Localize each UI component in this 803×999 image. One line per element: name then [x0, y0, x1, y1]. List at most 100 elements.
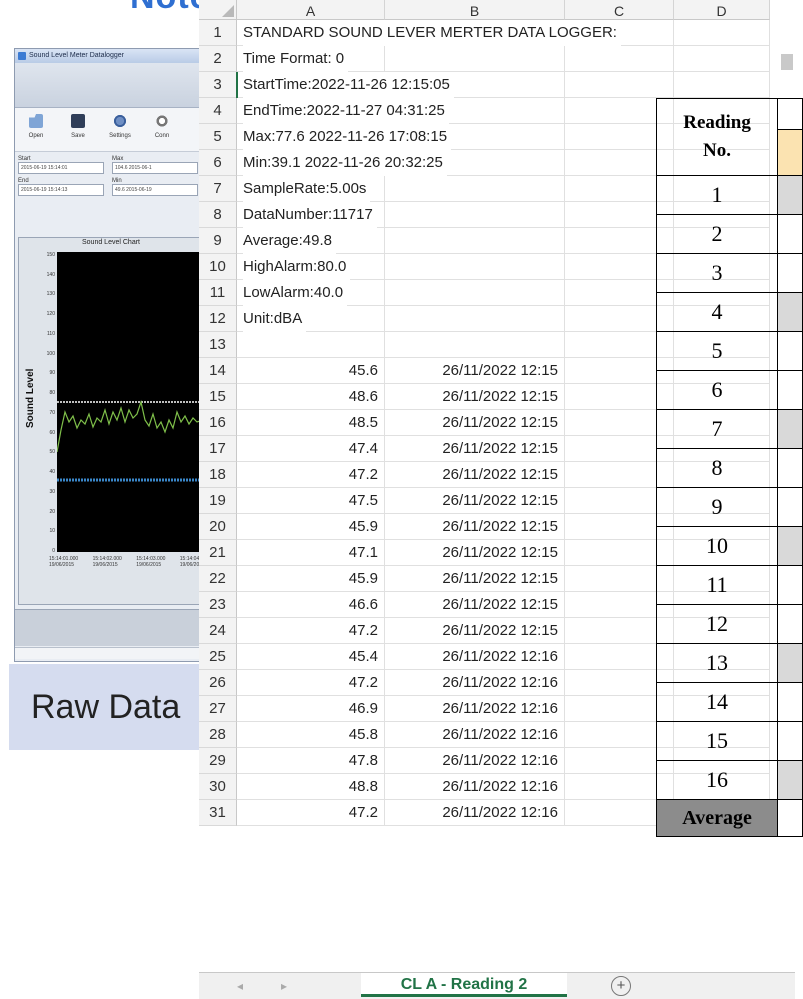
row-number[interactable]: 22	[199, 566, 237, 592]
timestamp-cell[interactable]: 26/11/2022 12:16	[385, 800, 565, 826]
sound-level-cell[interactable]: 45.4	[237, 644, 385, 670]
row-number[interactable]: 26	[199, 670, 237, 696]
timestamp-cell[interactable]: 26/11/2022 12:15	[385, 592, 565, 618]
row-number[interactable]: 21	[199, 540, 237, 566]
row-number[interactable]: 20	[199, 514, 237, 540]
row-number[interactable]: 30	[199, 774, 237, 800]
cell[interactable]	[385, 280, 565, 306]
sound-level-cell[interactable]: 47.4	[237, 436, 385, 462]
sound-level-cell[interactable]: 47.5	[237, 488, 385, 514]
min-field[interactable]: 49.6 2015-06-19	[112, 184, 198, 196]
sound-level-cell[interactable]: 47.1	[237, 540, 385, 566]
row-number[interactable]: 15	[199, 384, 237, 410]
add-sheet-icon[interactable]: +	[611, 976, 631, 996]
row-number[interactable]: 29	[199, 748, 237, 774]
row-number[interactable]: 10	[199, 254, 237, 280]
sound-level-cell[interactable]: 48.5	[237, 410, 385, 436]
cell[interactable]	[674, 46, 770, 72]
timestamp-cell[interactable]: 26/11/2022 12:16	[385, 644, 565, 670]
row-number[interactable]: 5	[199, 124, 237, 150]
timestamp-cell[interactable]: 26/11/2022 12:15	[385, 488, 565, 514]
row-number[interactable]: 11	[199, 280, 237, 306]
sound-level-cell[interactable]: 45.9	[237, 514, 385, 540]
sound-level-cell[interactable]: 48.8	[237, 774, 385, 800]
settings-button[interactable]: Settings	[103, 114, 137, 151]
tab-scroll-right-icon[interactable]: ▸	[281, 979, 287, 993]
timestamp-cell[interactable]: 26/11/2022 12:16	[385, 670, 565, 696]
sound-level-cell[interactable]: 45.9	[237, 566, 385, 592]
end-field[interactable]: 2015-06-19 15:14:13	[18, 184, 104, 196]
sound-level-cell[interactable]: 47.2	[237, 670, 385, 696]
cell[interactable]	[674, 72, 770, 98]
row-number[interactable]: 23	[199, 592, 237, 618]
column-header-c[interactable]: C	[565, 0, 674, 20]
row-number[interactable]: 24	[199, 618, 237, 644]
column-header-d[interactable]: D	[674, 0, 770, 20]
row-number[interactable]: 9	[199, 228, 237, 254]
row-number[interactable]: 28	[199, 722, 237, 748]
row-number[interactable]: 6	[199, 150, 237, 176]
open-button[interactable]: Open	[19, 114, 53, 151]
cell[interactable]	[237, 332, 385, 358]
cell[interactable]	[385, 306, 565, 332]
row-number[interactable]: 18	[199, 462, 237, 488]
start-field[interactable]: 2015-06-19 15:14:01	[18, 162, 104, 174]
row-number[interactable]: 3	[199, 72, 237, 98]
row-number[interactable]: 19	[199, 488, 237, 514]
sheet-tab-active[interactable]: CL A - Reading 2	[361, 973, 567, 997]
row-number[interactable]: 7	[199, 176, 237, 202]
cell[interactable]	[385, 202, 565, 228]
column-header-b[interactable]: B	[385, 0, 565, 20]
row-number[interactable]: 25	[199, 644, 237, 670]
timestamp-cell[interactable]: 26/11/2022 12:15	[385, 358, 565, 384]
timestamp-cell[interactable]: 26/11/2022 12:15	[385, 410, 565, 436]
timestamp-cell[interactable]: 26/11/2022 12:15	[385, 436, 565, 462]
max-field[interactable]: 104.6 2015-06-1	[112, 162, 198, 174]
timestamp-cell[interactable]: 26/11/2022 12:16	[385, 696, 565, 722]
sound-level-cell[interactable]: 46.9	[237, 696, 385, 722]
row-number[interactable]: 1	[199, 20, 237, 46]
cell[interactable]	[385, 332, 565, 358]
sound-level-cell[interactable]: 47.2	[237, 618, 385, 644]
connect-button[interactable]: Conn	[145, 114, 179, 151]
cell[interactable]	[674, 20, 770, 46]
timestamp-cell[interactable]: 26/11/2022 12:15	[385, 384, 565, 410]
sound-level-cell[interactable]: 45.8	[237, 722, 385, 748]
sound-level-cell[interactable]: 45.6	[237, 358, 385, 384]
tab-scroll-left-icon[interactable]: ◂	[237, 979, 243, 993]
horizontal-scrollbar[interactable]	[15, 647, 205, 659]
row-number[interactable]: 31	[199, 800, 237, 826]
save-button[interactable]: Save	[61, 114, 95, 151]
cell[interactable]	[565, 72, 674, 98]
sound-level-cell[interactable]: 47.2	[237, 462, 385, 488]
row-number[interactable]: 4	[199, 98, 237, 124]
row-number[interactable]: 27	[199, 696, 237, 722]
sound-level-cell[interactable]: 47.2	[237, 800, 385, 826]
row-number[interactable]: 17	[199, 436, 237, 462]
timestamp-cell[interactable]: 26/11/2022 12:15	[385, 540, 565, 566]
cell[interactable]	[385, 228, 565, 254]
timestamp-cell[interactable]: 26/11/2022 12:16	[385, 722, 565, 748]
row-number[interactable]: 16	[199, 410, 237, 436]
row-number[interactable]: 2	[199, 46, 237, 72]
sound-level-cell[interactable]: 46.6	[237, 592, 385, 618]
cell[interactable]	[565, 46, 674, 72]
row-number[interactable]: 14	[199, 358, 237, 384]
reading-row: 7	[655, 409, 803, 449]
cell[interactable]	[385, 254, 565, 280]
timestamp-cell[interactable]: 26/11/2022 12:15	[385, 618, 565, 644]
row-number[interactable]: 12	[199, 306, 237, 332]
column-header-a[interactable]: A	[237, 0, 385, 20]
cell[interactable]	[385, 46, 565, 72]
timestamp-cell[interactable]: 26/11/2022 12:15	[385, 514, 565, 540]
sound-level-cell[interactable]: 47.8	[237, 748, 385, 774]
row-number[interactable]: 13	[199, 332, 237, 358]
cell[interactable]	[385, 176, 565, 202]
select-all-corner[interactable]	[199, 0, 237, 20]
timestamp-cell[interactable]: 26/11/2022 12:15	[385, 462, 565, 488]
sound-level-cell[interactable]: 48.6	[237, 384, 385, 410]
timestamp-cell[interactable]: 26/11/2022 12:16	[385, 748, 565, 774]
row-number[interactable]: 8	[199, 202, 237, 228]
timestamp-cell[interactable]: 26/11/2022 12:15	[385, 566, 565, 592]
timestamp-cell[interactable]: 26/11/2022 12:16	[385, 774, 565, 800]
